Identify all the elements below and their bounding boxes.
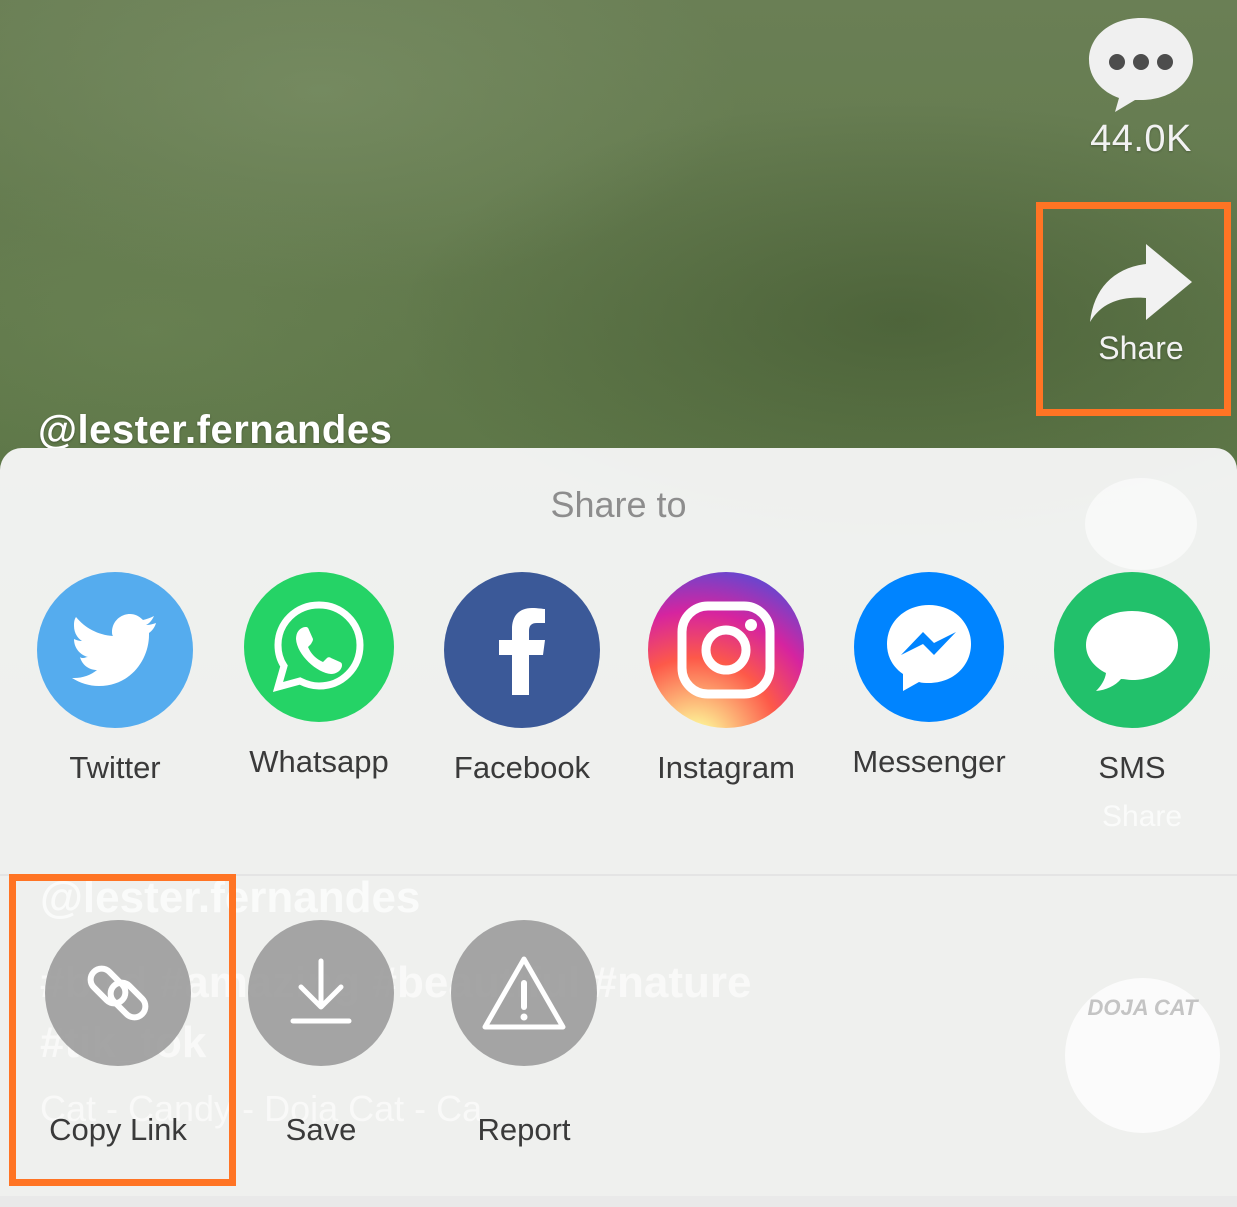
share-sheet-title: Share to (550, 484, 687, 525)
facebook-circle (444, 572, 600, 728)
sms-circle (1054, 572, 1210, 728)
save-button[interactable]: Save (219, 920, 423, 1148)
share-arrow-icon (1090, 244, 1192, 322)
report-button[interactable]: Report (422, 920, 626, 1148)
messenger-circle (854, 572, 1004, 722)
share-target-whatsapp[interactable]: Whatsapp (219, 572, 419, 780)
share-target-label: Instagram (657, 750, 795, 785)
twitter-circle (37, 572, 193, 728)
share-target-messenger[interactable]: Messenger (829, 572, 1029, 780)
warning-icon (482, 956, 566, 1030)
ghost-share-label: Share (1102, 800, 1183, 833)
ghost-username: @lester.fernandes (40, 873, 421, 922)
instagram-circle (648, 572, 804, 728)
share-target-instagram[interactable]: Instagram (626, 572, 826, 786)
comment-button[interactable]: 44.0K (1061, 14, 1221, 161)
whatsapp-icon (272, 601, 364, 693)
copy-link-button[interactable]: Copy Link (16, 920, 220, 1148)
comment-bubble-icon (1089, 18, 1193, 112)
download-icon (290, 958, 352, 1024)
ghost-music-disc: DOJA CAT (1065, 978, 1220, 1133)
comment-count: 44.0K (1090, 118, 1192, 160)
share-target-label: SMS (1098, 750, 1166, 785)
save-circle (248, 920, 394, 1066)
share-button[interactable]: Share (1061, 240, 1221, 367)
share-sheet-divider (0, 874, 1237, 876)
share-target-label: Facebook (453, 750, 591, 785)
sms-icon (1086, 611, 1178, 691)
share-target-label: Messenger (852, 744, 1006, 779)
share-target-sms[interactable]: SMS (1032, 572, 1232, 786)
action-label: Save (285, 1112, 357, 1147)
action-label: Copy Link (49, 1112, 187, 1147)
next-sheet-edge (0, 1196, 1237, 1207)
share-target-label: Twitter (69, 750, 161, 785)
messenger-icon (887, 605, 971, 691)
report-circle (451, 920, 597, 1066)
copy-link-circle (45, 920, 191, 1066)
action-label: Report (477, 1112, 571, 1147)
link-icon (87, 965, 149, 1021)
facebook-icon (499, 608, 545, 695)
whatsapp-circle (244, 572, 394, 722)
share-label: Share (1098, 330, 1184, 366)
ghost-disc-text: DOJA CAT (1087, 995, 1198, 1020)
share-target-facebook[interactable]: Facebook (422, 572, 622, 786)
share-target-label: Whatsapp (249, 744, 389, 779)
share-sheet: Share @lester.fernandes #bird #amazing #… (0, 448, 1237, 1196)
instagram-icon (677, 601, 775, 699)
twitter-icon (72, 614, 156, 686)
share-target-twitter[interactable]: Twitter (15, 572, 215, 786)
video-username[interactable]: @lester.fernandes (38, 408, 392, 448)
